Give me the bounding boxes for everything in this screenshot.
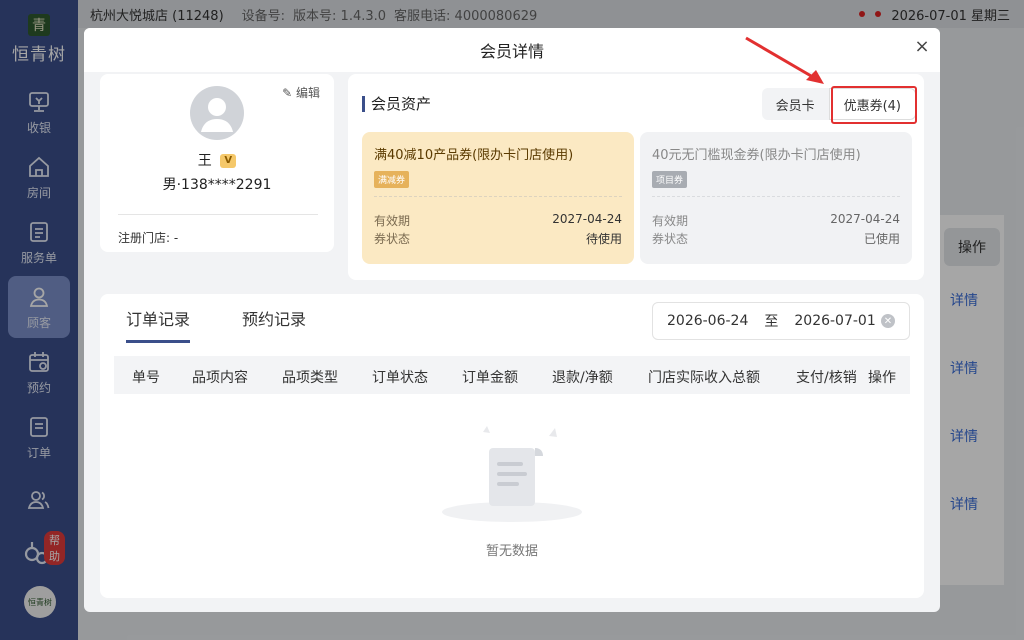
column-header: 单号 [132, 370, 160, 386]
column-header: 支付/核销 [796, 370, 857, 386]
coupon-title: 40元无门槛现金券(限办卡门店使用) [652, 148, 861, 163]
coupon-validity-row: 有效期 2027-04-24 [652, 212, 900, 229]
member-assets-card: 会员资产 会员卡 优惠券(4) 满40减10产品券(限办卡门店使用) 满减券 有… [348, 74, 924, 280]
coupon-validity-row: 有效期 2027-04-24 [374, 212, 622, 229]
avatar [190, 86, 244, 140]
member-name: 王 [197, 153, 212, 169]
edit-label: 编辑 [295, 86, 320, 100]
edit-button[interactable]: ✎ 编辑 [282, 84, 320, 101]
status-value: 待使用 [585, 232, 622, 246]
annotation-arrow-icon [745, 36, 824, 84]
date-from: 2026-06-24 [667, 313, 749, 329]
edit-icon: ✎ [282, 86, 293, 100]
orders-card: 订单记录 预约记录 2026-06-24 至 2026-07-01 ✕ 单号 品… [100, 294, 924, 598]
date-to: 2026-07-01 [794, 313, 876, 329]
status-label: 券状态 [374, 232, 411, 246]
empty-text: 暂无数据 [485, 544, 538, 559]
avatar-placeholder-icon [201, 98, 233, 132]
coupon-type-tag: 项目券 [652, 171, 688, 188]
column-header: 订单状态 [372, 370, 428, 386]
tab-appointment-records[interactable]: 预约记录 [242, 306, 306, 340]
column-header: 门店实际收入总额 [648, 370, 760, 386]
validity-value: 2027-04-24 [830, 212, 900, 226]
close-button[interactable]: × [912, 36, 932, 57]
column-header: 操作 [864, 367, 896, 387]
tab-order-records[interactable]: 订单记录 [126, 306, 191, 343]
coupon-card[interactable]: 满40减10产品券(限办卡门店使用) 满减券 有效期 2027-04-24 券状… [362, 132, 634, 264]
highlight-annotation [831, 86, 917, 124]
empty-state [100, 424, 924, 528]
validity-value: 2027-04-24 [552, 212, 622, 226]
clear-date-icon[interactable]: ✕ [881, 314, 895, 328]
column-header: 订单金额 [462, 370, 518, 386]
tab-member-card[interactable]: 会员卡 [761, 88, 829, 120]
member-detail-modal: 会员详情 × ✎ 编辑 王 V 男·138****2291 注册门店: - 会员… [84, 28, 940, 612]
status-label: 券状态 [652, 232, 689, 246]
date-range-picker[interactable]: 2026-06-24 至 2026-07-01 ✕ [652, 302, 910, 340]
coupon-divider [652, 196, 900, 197]
registered-store: 注册门店: - [118, 231, 179, 245]
validity-label: 有效期 [652, 214, 689, 228]
column-header: 退款/净额 [552, 370, 613, 386]
empty-document-icon [442, 426, 582, 522]
member-name-row: 王 V [100, 150, 334, 170]
coupon-card[interactable]: 40元无门槛现金券(限办卡门店使用) 项目券 有效期 2027-04-24 券状… [640, 132, 912, 264]
vip-badge: V [220, 154, 237, 168]
coupon-status-row: 券状态 已使用 [652, 230, 900, 247]
date-separator: 至 [764, 314, 779, 330]
status-value: 已使用 [863, 232, 900, 246]
assets-title: 会员资产 [362, 96, 431, 112]
member-gender-phone: 男·138****2291 [162, 177, 272, 193]
orders-table-header: 单号 品项内容 品项类型 订单状态 订单金额 退款/净额 门店实际收入总额 支付… [114, 356, 910, 394]
coupon-status-row: 券状态 待使用 [374, 230, 622, 247]
coupon-title: 满40减10产品券(限办卡门店使用) [374, 148, 574, 163]
column-header: 品项类型 [282, 370, 338, 386]
column-header: 品项内容 [192, 370, 248, 386]
coupon-type-tag: 满减券 [374, 171, 410, 188]
coupon-divider [374, 196, 622, 197]
validity-label: 有效期 [374, 214, 411, 228]
profile-card: ✎ 编辑 王 V 男·138****2291 注册门店: - [100, 74, 334, 252]
divider [118, 214, 318, 215]
